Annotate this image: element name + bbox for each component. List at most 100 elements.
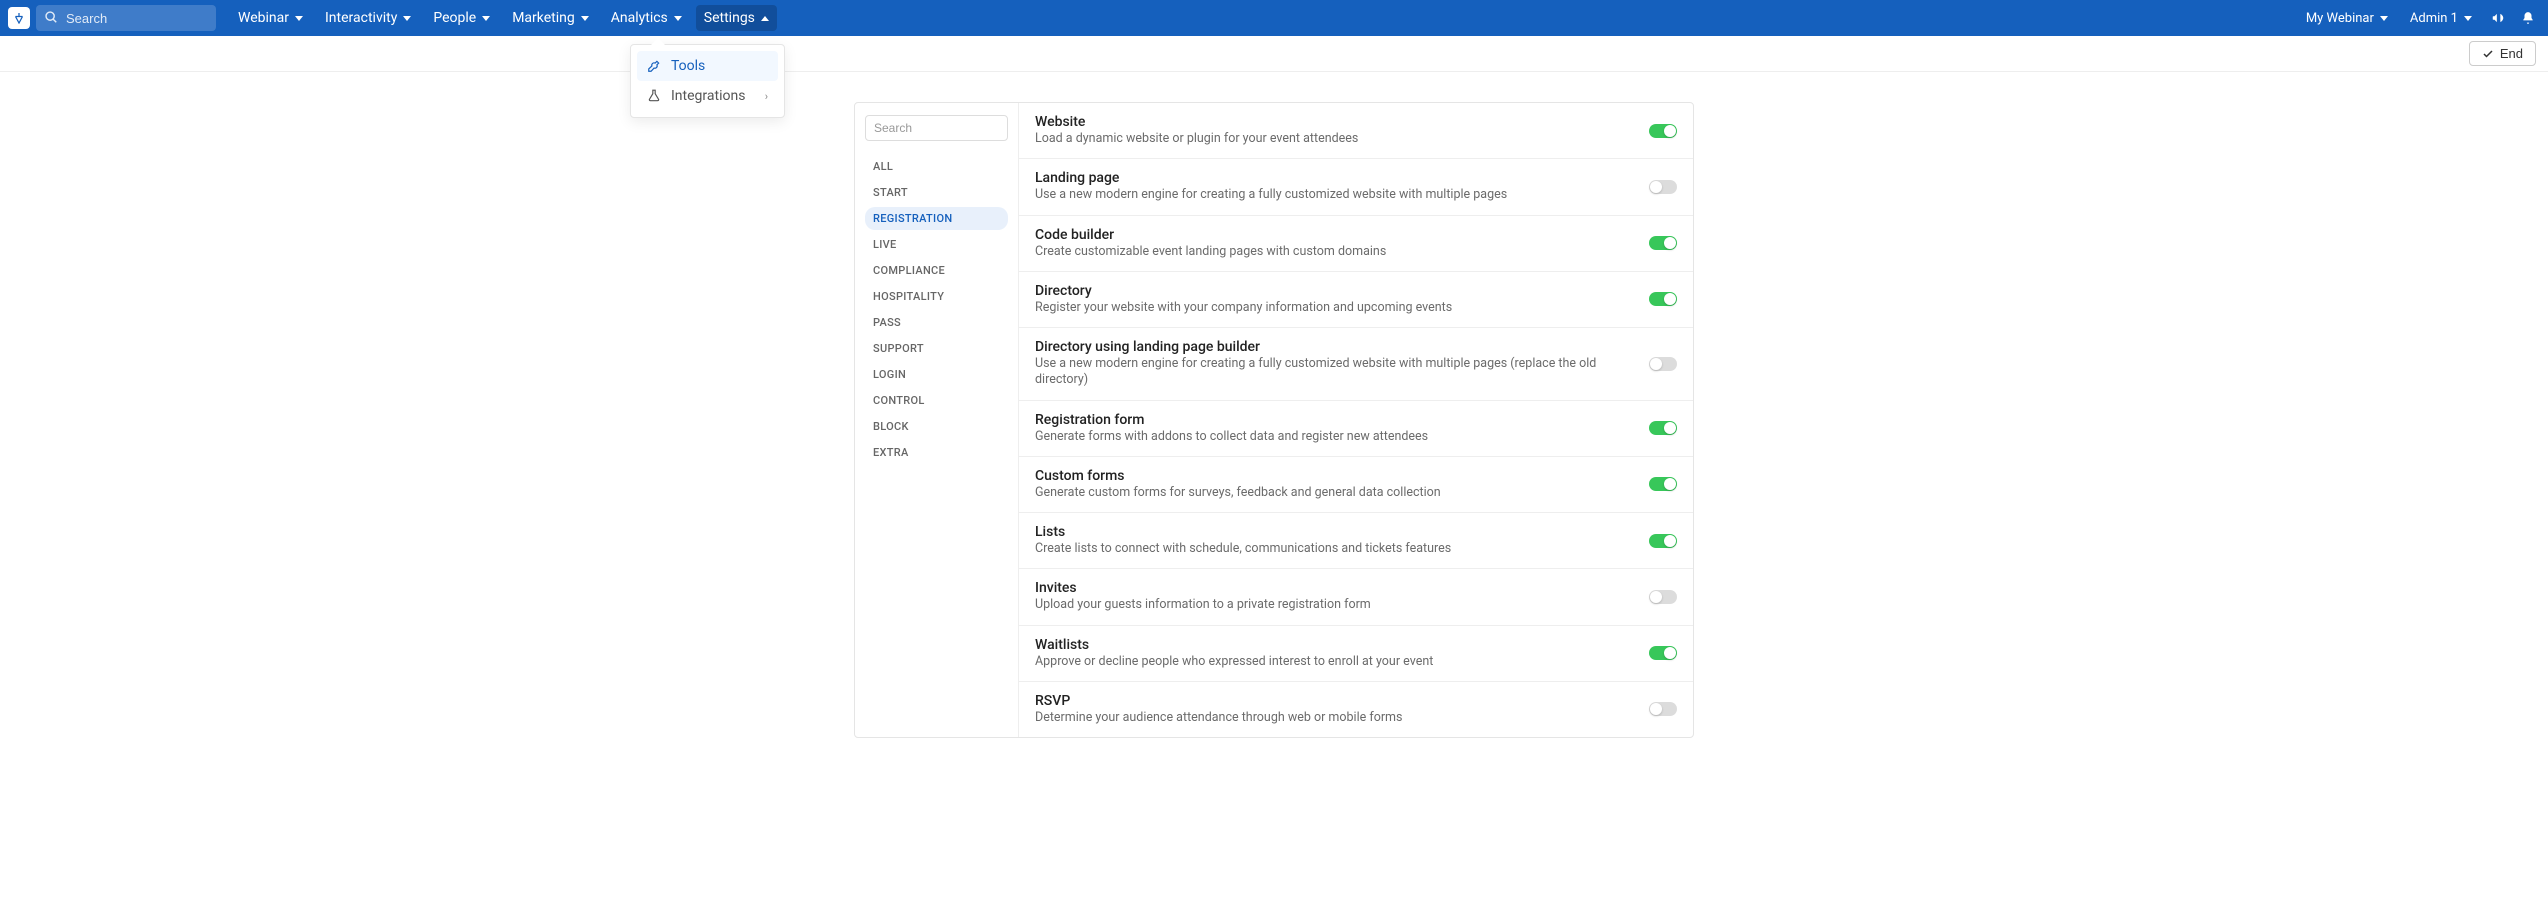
nav-item-marketing[interactable]: Marketing bbox=[504, 5, 597, 31]
sidebar-item-control[interactable]: CONTROL bbox=[865, 389, 1008, 412]
setting-row: ListsCreate lists to connect with schedu… bbox=[1019, 513, 1693, 569]
setting-row: InvitesUpload your guests information to… bbox=[1019, 569, 1693, 625]
nav-item-settings[interactable]: Settings bbox=[696, 5, 777, 31]
setting-toggle[interactable] bbox=[1649, 590, 1677, 604]
setting-row: Code builderCreate customizable event la… bbox=[1019, 216, 1693, 272]
sidebar-list: ALL START REGISTRATION LIVE COMPLIANCE HOSPIT… bbox=[865, 155, 1008, 464]
setting-toggle[interactable] bbox=[1649, 180, 1677, 194]
setting-title: Waitlists bbox=[1035, 637, 1649, 653]
notifications-button[interactable] bbox=[2516, 6, 2540, 30]
sidebar-search-input[interactable] bbox=[865, 115, 1008, 141]
toggle-knob bbox=[1650, 591, 1662, 603]
setting-row: Custom formsGenerate custom forms for su… bbox=[1019, 457, 1693, 513]
check-icon bbox=[2482, 48, 2494, 60]
caret-down-icon bbox=[403, 16, 411, 21]
setting-desc: Load a dynamic website or plugin for you… bbox=[1035, 131, 1649, 147]
setting-desc: Register your website with your company … bbox=[1035, 300, 1649, 316]
sidebar-item-start[interactable]: START bbox=[865, 181, 1008, 204]
caret-down-icon bbox=[482, 16, 490, 21]
settings-panel: ALL START REGISTRATION LIVE COMPLIANCE HOSPIT… bbox=[854, 102, 1694, 738]
setting-toggle[interactable] bbox=[1649, 477, 1677, 491]
sidebar-item-extra[interactable]: EXTRA bbox=[865, 441, 1008, 464]
setting-toggle[interactable] bbox=[1649, 357, 1677, 371]
page: ALL START REGISTRATION LIVE COMPLIANCE HOSPIT… bbox=[0, 72, 2548, 738]
toggle-knob bbox=[1664, 478, 1676, 490]
top-nav: WebinarInteractivity People Marketing Analy… bbox=[0, 0, 2548, 36]
nav-item-analytics[interactable]: Analytics bbox=[603, 5, 690, 31]
nav-admin[interactable]: Admin 1 bbox=[2402, 6, 2480, 31]
setting-title: RSVP bbox=[1035, 693, 1649, 709]
setting-desc: Determine your audience attendance throu… bbox=[1035, 710, 1649, 726]
setting-row: Registration formGenerate forms with add… bbox=[1019, 401, 1693, 457]
nav-item-people[interactable]: People bbox=[425, 5, 498, 31]
setting-text: RSVPDetermine your audience attendance t… bbox=[1035, 693, 1649, 726]
global-search-input[interactable] bbox=[36, 5, 216, 31]
caret-up-icon bbox=[761, 16, 769, 21]
nav-item-label: Analytics bbox=[611, 10, 668, 26]
setting-desc: Use a new modern engine for creating a f… bbox=[1035, 187, 1649, 203]
setting-toggle[interactable] bbox=[1649, 124, 1677, 138]
sidebar-item-registration[interactable]: REGISTRATION bbox=[865, 207, 1008, 230]
nav-item-webinar[interactable]: Webinar bbox=[230, 5, 311, 31]
setting-title: Landing page bbox=[1035, 170, 1649, 186]
setting-desc: Upload your guests information to a priv… bbox=[1035, 597, 1649, 613]
settings-dropdown: Tools Integrations › bbox=[630, 44, 785, 118]
chevron-right-icon: › bbox=[765, 90, 768, 103]
setting-toggle[interactable] bbox=[1649, 702, 1677, 716]
sub-bar: End bbox=[0, 36, 2548, 72]
setting-text: Landing pageUse a new modern engine for … bbox=[1035, 170, 1649, 203]
sidebar-item-support[interactable]: SUPPORT bbox=[865, 337, 1008, 360]
nav-my-webinar-label: My Webinar bbox=[2306, 11, 2374, 26]
setting-text: Directory using landing page builderUse … bbox=[1035, 339, 1649, 389]
setting-row: Landing pageUse a new modern engine for … bbox=[1019, 159, 1693, 215]
sidebar-item-pass[interactable]: PASS bbox=[865, 311, 1008, 334]
sidebar-item-login[interactable]: LOGIN bbox=[865, 363, 1008, 386]
nav-my-webinar[interactable]: My Webinar bbox=[2298, 6, 2396, 31]
app-logo[interactable] bbox=[8, 7, 30, 29]
nav-item-interactivity[interactable]: Interactivity bbox=[317, 5, 419, 31]
setting-toggle[interactable] bbox=[1649, 421, 1677, 435]
toggle-knob bbox=[1664, 535, 1676, 547]
nav-item-label: Marketing bbox=[512, 10, 575, 26]
nav-links: WebinarInteractivity People Marketing Analy… bbox=[230, 5, 777, 31]
dropdown-item-tools[interactable]: Tools bbox=[637, 51, 778, 81]
search-icon bbox=[44, 10, 58, 24]
setting-toggle[interactable] bbox=[1649, 292, 1677, 306]
announcement-button[interactable] bbox=[2486, 6, 2510, 30]
sidebar: ALL START REGISTRATION LIVE COMPLIANCE HOSPIT… bbox=[855, 103, 1019, 737]
setting-text: DirectoryRegister your website with your… bbox=[1035, 283, 1649, 316]
setting-title: Registration form bbox=[1035, 412, 1649, 428]
sidebar-item-live[interactable]: LIVE bbox=[865, 233, 1008, 256]
setting-toggle[interactable] bbox=[1649, 646, 1677, 660]
sidebar-item-block[interactable]: BLOCK bbox=[865, 415, 1008, 438]
wrench-icon bbox=[647, 59, 661, 73]
sidebar-item-all[interactable]: ALL bbox=[865, 155, 1008, 178]
dropdown-item-label: Tools bbox=[671, 58, 705, 74]
sidebar-item-compliance[interactable]: COMPLIANCE bbox=[865, 259, 1008, 282]
toggle-knob bbox=[1650, 181, 1662, 193]
sidebar-item-hospitality[interactable]: HOSPITALITY bbox=[865, 285, 1008, 308]
setting-title: Directory bbox=[1035, 283, 1649, 299]
caret-down-icon bbox=[2380, 16, 2388, 21]
end-button[interactable]: End bbox=[2469, 41, 2536, 66]
setting-title: Code builder bbox=[1035, 227, 1649, 243]
setting-toggle[interactable] bbox=[1649, 534, 1677, 548]
setting-title: Website bbox=[1035, 114, 1649, 130]
setting-toggle[interactable] bbox=[1649, 236, 1677, 250]
setting-desc: Generate forms with addons to collect da… bbox=[1035, 429, 1649, 445]
toggle-knob bbox=[1664, 422, 1676, 434]
setting-desc: Approve or decline people who expressed … bbox=[1035, 654, 1649, 670]
setting-desc: Create lists to connect with schedule, c… bbox=[1035, 541, 1649, 557]
toggle-knob bbox=[1664, 647, 1676, 659]
setting-title: Lists bbox=[1035, 524, 1649, 540]
bullhorn-icon bbox=[2491, 11, 2505, 25]
toggle-knob bbox=[1650, 358, 1662, 370]
caret-down-icon bbox=[295, 16, 303, 21]
toggle-knob bbox=[1664, 237, 1676, 249]
dropdown-item-label: Integrations bbox=[671, 88, 745, 104]
dropdown-item-integrations[interactable]: Integrations › bbox=[637, 81, 778, 111]
toggle-knob bbox=[1664, 293, 1676, 305]
setting-row: Directory using landing page builderUse … bbox=[1019, 328, 1693, 401]
nav-item-label: People bbox=[433, 10, 476, 26]
nav-right: My Webinar Admin 1 bbox=[2298, 6, 2540, 31]
